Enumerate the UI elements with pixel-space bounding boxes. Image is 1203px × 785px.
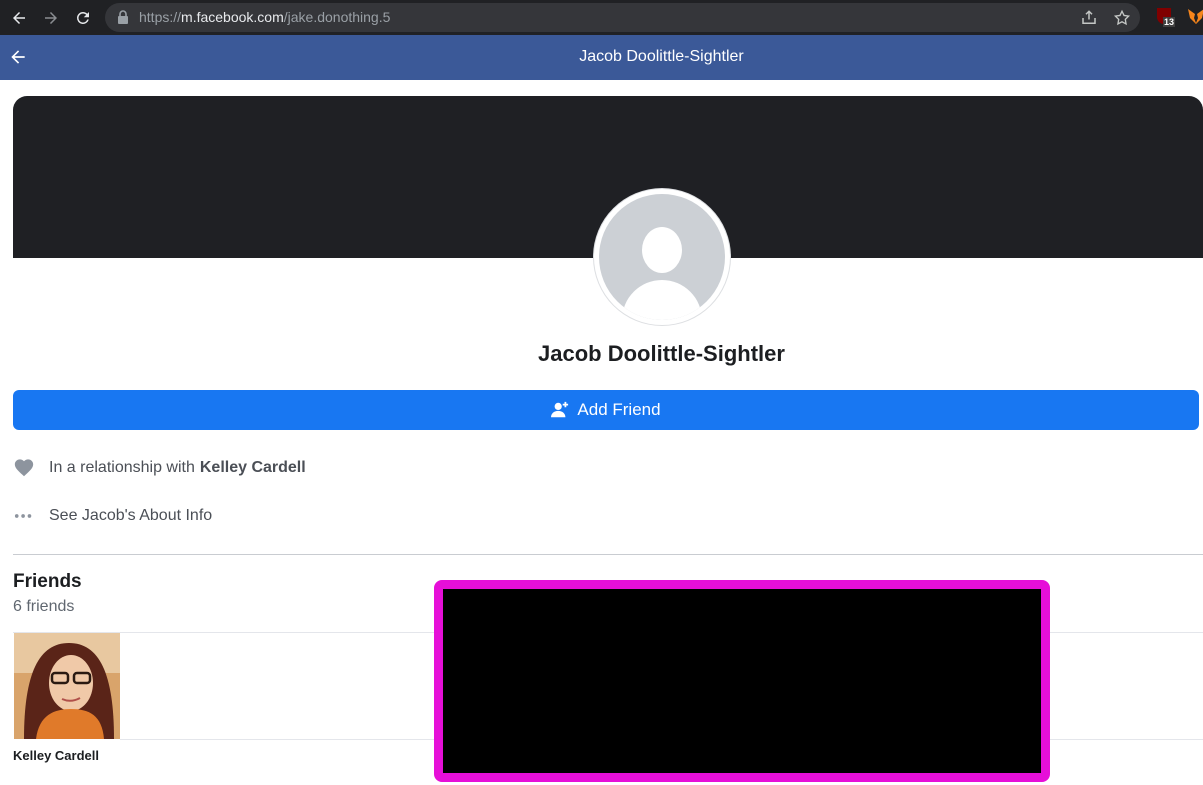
browser-toolbar: https://m.facebook.com/jake.donothing.5 … xyxy=(0,0,1203,35)
relationship-text: In a relationship with xyxy=(49,459,195,476)
more-dots-icon xyxy=(13,505,35,527)
add-friend-label: Add Friend xyxy=(577,400,661,419)
friend-photo[interactable] xyxy=(14,633,120,739)
facebook-header: Jacob Doolittle-Sightler xyxy=(0,35,1203,80)
relationship-partner-link[interactable]: Kelley Cardell xyxy=(200,459,306,477)
back-arrow-icon[interactable] xyxy=(7,6,31,30)
url-text: https://m.facebook.com/jake.donothing.5 xyxy=(139,9,391,25)
page-title: Jacob Doolittle-Sightler xyxy=(579,48,744,65)
reload-icon[interactable] xyxy=(71,6,95,30)
heart-icon xyxy=(13,457,35,479)
profile-name: Jacob Doolittle-Sightler xyxy=(538,341,785,366)
forward-arrow-icon[interactable] xyxy=(39,6,63,30)
friends-count: 6 friends xyxy=(13,598,75,615)
profile-picture[interactable] xyxy=(594,189,730,325)
friend-name[interactable]: Kelley Cardell xyxy=(13,748,99,763)
section-divider xyxy=(13,554,1203,555)
add-friend-button[interactable]: Add Friend xyxy=(13,390,1199,430)
add-person-icon xyxy=(551,401,569,418)
address-bar[interactable]: https://m.facebook.com/jake.donothing.5 xyxy=(105,3,1140,32)
relationship-row: In a relationship with Kelley Cardell xyxy=(13,456,306,480)
default-avatar-icon xyxy=(599,194,725,320)
ublock-extension-icon[interactable]: 13 xyxy=(1155,6,1175,28)
friends-heading[interactable]: Friends xyxy=(13,571,82,593)
about-info-row[interactable]: See Jacob's About Info xyxy=(13,504,212,528)
redaction-box xyxy=(434,580,1050,782)
metamask-fox-icon[interactable] xyxy=(1186,6,1203,28)
extension-badge: 13 xyxy=(1164,17,1175,27)
about-info-link[interactable]: See Jacob's About Info xyxy=(49,507,212,525)
lock-icon xyxy=(118,10,128,24)
bookmark-star-icon[interactable] xyxy=(1113,9,1131,27)
share-icon[interactable] xyxy=(1080,9,1098,27)
